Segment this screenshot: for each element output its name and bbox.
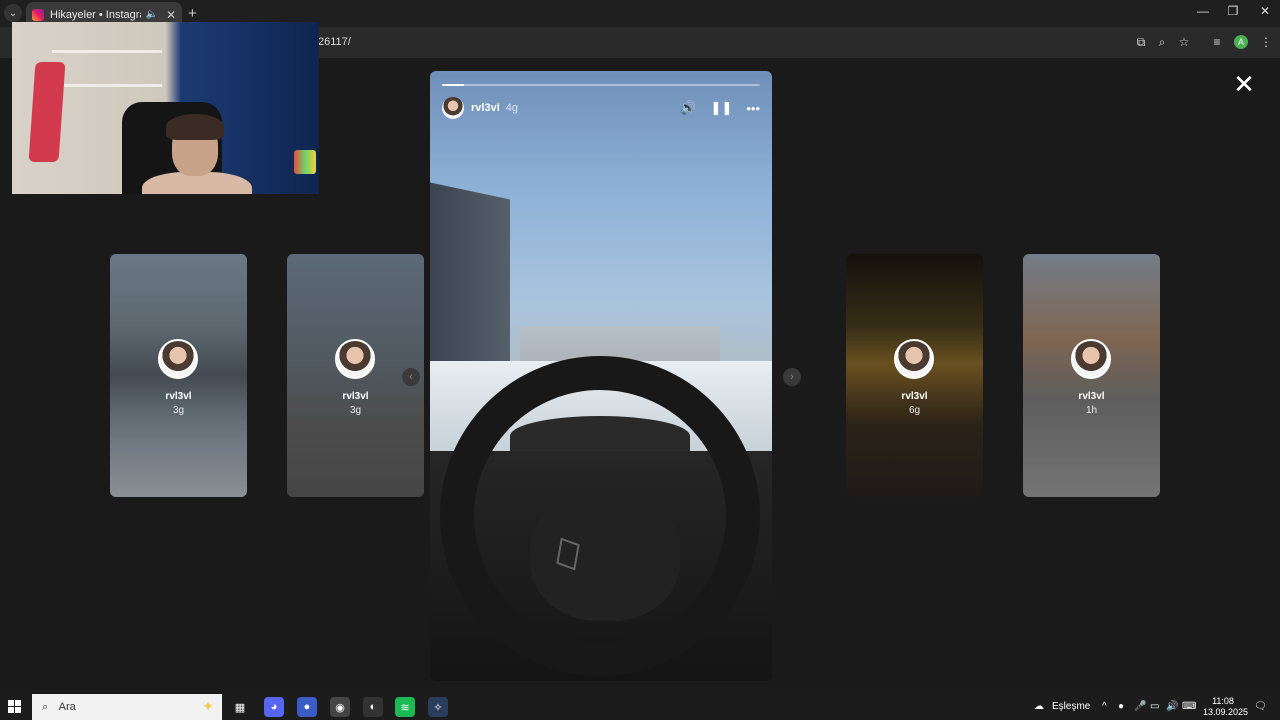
story-age: 1h	[1085, 405, 1098, 416]
star-icon[interactable]: ☆	[1176, 35, 1192, 49]
weather-icon[interactable]: ☁	[1034, 701, 1044, 712]
clock-date: 13.09.2025	[1203, 707, 1249, 717]
close-window-icon[interactable]: ✕	[1250, 4, 1280, 18]
search-placeholder: Ara	[58, 701, 76, 713]
avatar	[1071, 339, 1111, 379]
chrome-icon[interactable]: ◉	[330, 697, 350, 717]
story-username: rvl3vl	[165, 391, 192, 402]
windows-taskbar: ⌕ Ara ✦ ▦ ◕ ● ◉ ◐ ≋ ✧ ☁ Eşleşme ^ ● 🎤 ▭ …	[0, 694, 1280, 720]
profile-avatar[interactable]: A	[1234, 35, 1248, 49]
clock-time: 11:08	[1212, 696, 1234, 706]
volume-icon[interactable]: 🔊	[680, 100, 696, 116]
discord-icon[interactable]: ◕	[264, 697, 284, 717]
story-age: 6g	[908, 405, 921, 416]
sparkle-icon: ✦	[202, 698, 214, 714]
story-progress-fill	[442, 84, 465, 86]
microphone-icon[interactable]: 🎤	[1134, 701, 1146, 712]
instagram-favicon-icon	[32, 8, 44, 21]
avatar[interactable]	[442, 97, 464, 119]
minimize-icon[interactable]: —	[1188, 4, 1218, 18]
app-icon[interactable]: ✧	[428, 697, 448, 717]
story-progress-bar	[442, 84, 760, 86]
close-stories-icon[interactable]: ✕	[1232, 71, 1256, 97]
story-card-3[interactable]: rvl3vl 6g	[846, 254, 983, 497]
reading-list-icon[interactable]: ≡	[1209, 35, 1225, 49]
address-bar[interactable]: 26117/	[300, 30, 1130, 54]
keyboard-icon[interactable]: ⌨	[1182, 701, 1196, 712]
story-card-4[interactable]: rvl3vl 1h	[1023, 254, 1160, 497]
clock[interactable]: 11:08 13.09.2025	[1203, 696, 1249, 718]
story-age: 3g	[172, 405, 185, 416]
story-controls: 🔊 ❚❚ •••	[680, 100, 760, 116]
search-icon: ⌕	[42, 701, 49, 713]
app-icon[interactable]: ●	[297, 697, 317, 717]
story-username[interactable]: rvl3vl	[471, 102, 500, 114]
chevron-up-icon[interactable]: ^	[1102, 701, 1107, 712]
notification-icon[interactable]: 🗨	[1254, 701, 1267, 712]
story-username: rvl3vl	[901, 391, 928, 402]
app-tray-icon[interactable]: ●	[1118, 701, 1124, 712]
menu-icon[interactable]: ⋮	[1258, 35, 1274, 49]
story-header: rvl3vl 4g 🔊 ❚❚ •••	[442, 97, 760, 119]
avatar	[894, 339, 934, 379]
tab-close-icon[interactable]: ✕	[166, 8, 176, 22]
story-time: 4g	[505, 102, 518, 114]
tab-list-icon[interactable]: ⌄	[4, 4, 22, 22]
url-text: 26117/	[318, 36, 351, 48]
story-age: 3g	[349, 405, 362, 416]
more-icon[interactable]: •••	[746, 101, 760, 116]
avatar	[158, 339, 198, 379]
network-icon[interactable]: ▭	[1150, 701, 1159, 712]
pause-icon[interactable]: ❚❚	[711, 100, 733, 116]
active-story[interactable]: rvl3vl 4g 🔊 ❚❚ •••	[430, 71, 772, 681]
avatar	[335, 339, 375, 379]
new-tab-icon[interactable]: +	[188, 5, 197, 22]
story-username: rvl3vl	[342, 391, 369, 402]
tab-mute-icon[interactable]: 🔈	[145, 9, 157, 20]
webcam-overlay	[12, 22, 319, 194]
task-view-icon[interactable]: ▦	[230, 697, 250, 717]
app-icon[interactable]: ◐	[363, 697, 383, 717]
tab-title: Hikayeler • Instagram	[50, 8, 141, 21]
cast-icon[interactable]: ⧉	[1133, 35, 1149, 50]
weather-label[interactable]: Eşleşme	[1052, 701, 1090, 712]
speaker-icon[interactable]: 🔊	[1166, 701, 1178, 712]
zoom-icon[interactable]: ⌕	[1154, 35, 1170, 50]
spotify-icon[interactable]: ≋	[395, 697, 415, 717]
next-story-icon[interactable]: ›	[783, 368, 801, 386]
prev-story-icon[interactable]: ‹	[402, 368, 420, 386]
taskbar-search-input[interactable]: ⌕ Ara ✦	[32, 694, 222, 720]
restore-icon[interactable]: ❐	[1218, 4, 1248, 18]
windows-start-icon[interactable]	[8, 700, 22, 714]
story-card-1[interactable]: rvl3vl 3g	[110, 254, 247, 497]
story-username: rvl3vl	[1078, 391, 1105, 402]
